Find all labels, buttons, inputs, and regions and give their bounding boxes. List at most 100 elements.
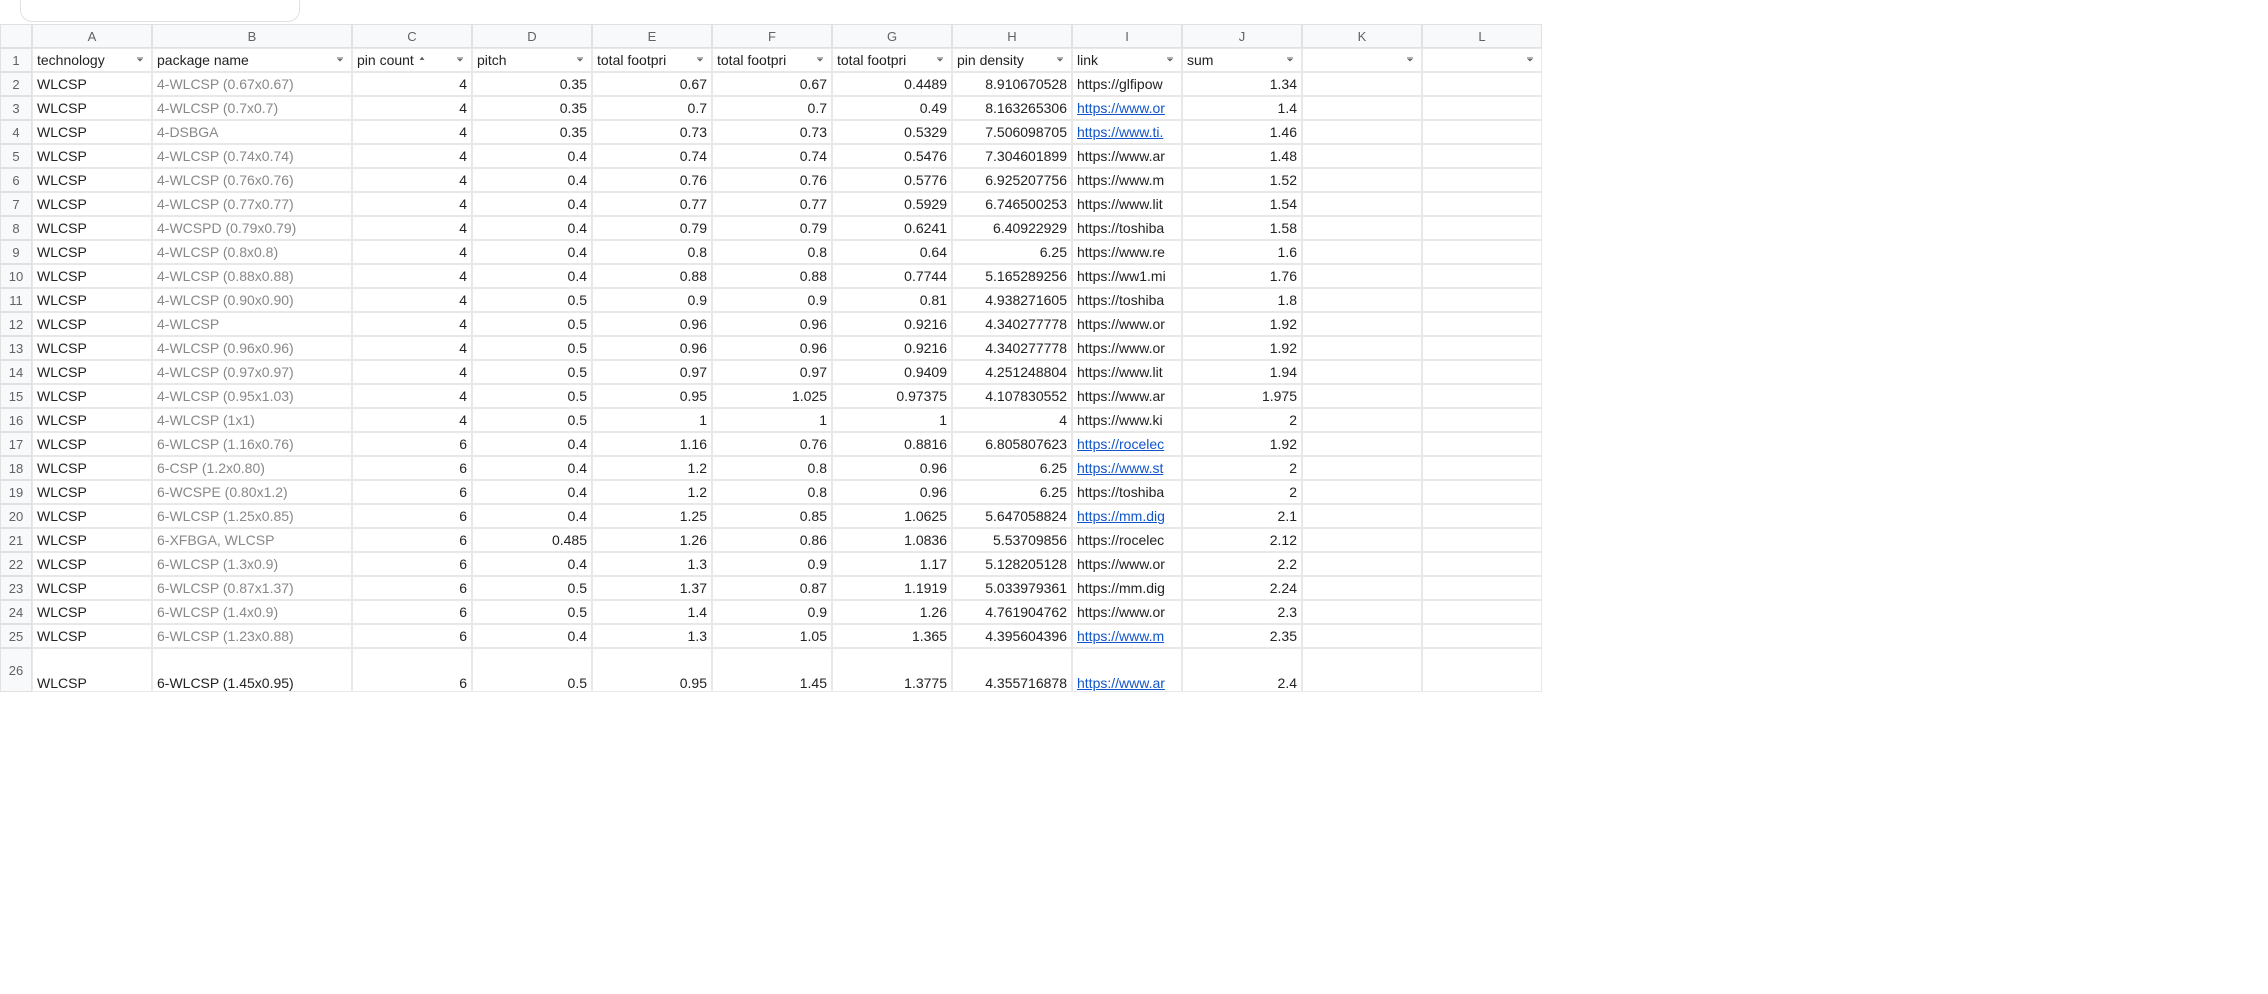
cell-F23[interactable]: 0.87 [712, 576, 832, 600]
cell-E4[interactable]: 0.73 [592, 120, 712, 144]
cell-J12[interactable]: 1.92 [1182, 312, 1302, 336]
cell-G7[interactable]: 0.5929 [832, 192, 952, 216]
cell-E18[interactable]: 1.2 [592, 456, 712, 480]
row-header-1[interactable]: 1 [0, 48, 32, 72]
cell-B2[interactable]: 4-WLCSP (0.67x0.67) [152, 72, 352, 96]
cell-L5[interactable] [1422, 144, 1542, 168]
cell-I13[interactable]: https://www.or [1072, 336, 1182, 360]
cell-A12[interactable]: WLCSP [32, 312, 152, 336]
cell-J20[interactable]: 2.1 [1182, 504, 1302, 528]
filter-icon[interactable] [813, 53, 827, 67]
cell-L24[interactable] [1422, 600, 1542, 624]
cell-K26[interactable] [1302, 648, 1422, 692]
cell-J10[interactable]: 1.76 [1182, 264, 1302, 288]
row-header-26[interactable]: 26 [0, 648, 32, 692]
cell-J19[interactable]: 2 [1182, 480, 1302, 504]
cell-L4[interactable] [1422, 120, 1542, 144]
cell-F12[interactable]: 0.96 [712, 312, 832, 336]
column-header-A[interactable]: A [32, 24, 152, 48]
cell-F2[interactable]: 0.67 [712, 72, 832, 96]
cell-B11[interactable]: 4-WLCSP (0.90x0.90) [152, 288, 352, 312]
cell-L6[interactable] [1422, 168, 1542, 192]
cell-C22[interactable]: 6 [352, 552, 472, 576]
cell-C16[interactable]: 4 [352, 408, 472, 432]
cell-C10[interactable]: 4 [352, 264, 472, 288]
cell-L26[interactable] [1422, 648, 1542, 692]
cell-A5[interactable]: WLCSP [32, 144, 152, 168]
cell-K6[interactable] [1302, 168, 1422, 192]
cell-F8[interactable]: 0.79 [712, 216, 832, 240]
cell-L13[interactable] [1422, 336, 1542, 360]
cell-G17[interactable]: 0.8816 [832, 432, 952, 456]
cell-D22[interactable]: 0.4 [472, 552, 592, 576]
cell-D13[interactable]: 0.5 [472, 336, 592, 360]
cell-K11[interactable] [1302, 288, 1422, 312]
cell-E23[interactable]: 1.37 [592, 576, 712, 600]
cell-H13[interactable]: 4.340277778 [952, 336, 1072, 360]
cell-L22[interactable] [1422, 552, 1542, 576]
cell-L23[interactable] [1422, 576, 1542, 600]
cell-L2[interactable] [1422, 72, 1542, 96]
cell-B5[interactable]: 4-WLCSP (0.74x0.74) [152, 144, 352, 168]
cell-C9[interactable]: 4 [352, 240, 472, 264]
cell-B13[interactable]: 4-WLCSP (0.96x0.96) [152, 336, 352, 360]
cell-L25[interactable] [1422, 624, 1542, 648]
cell-A25[interactable]: WLCSP [32, 624, 152, 648]
cell-F7[interactable]: 0.77 [712, 192, 832, 216]
cell-H11[interactable]: 4.938271605 [952, 288, 1072, 312]
header-cell-B[interactable]: package name [152, 48, 352, 72]
cell-A10[interactable]: WLCSP [32, 264, 152, 288]
cell-A17[interactable]: WLCSP [32, 432, 152, 456]
cell-A4[interactable]: WLCSP [32, 120, 152, 144]
cell-D9[interactable]: 0.4 [472, 240, 592, 264]
cell-I24[interactable]: https://www.or [1072, 600, 1182, 624]
cell-A14[interactable]: WLCSP [32, 360, 152, 384]
cell-J8[interactable]: 1.58 [1182, 216, 1302, 240]
cell-I18[interactable]: https://www.st [1072, 456, 1182, 480]
cell-J5[interactable]: 1.48 [1182, 144, 1302, 168]
row-header-22[interactable]: 22 [0, 552, 32, 576]
column-header-D[interactable]: D [472, 24, 592, 48]
cell-C14[interactable]: 4 [352, 360, 472, 384]
row-header-2[interactable]: 2 [0, 72, 32, 96]
cell-H20[interactable]: 5.647058824 [952, 504, 1072, 528]
cell-B8[interactable]: 4-WCSPD (0.79x0.79) [152, 216, 352, 240]
column-header-H[interactable]: H [952, 24, 1072, 48]
cell-G5[interactable]: 0.5476 [832, 144, 952, 168]
row-header-21[interactable]: 21 [0, 528, 32, 552]
row-header-5[interactable]: 5 [0, 144, 32, 168]
row-header-11[interactable]: 11 [0, 288, 32, 312]
cell-E8[interactable]: 0.79 [592, 216, 712, 240]
cell-D15[interactable]: 0.5 [472, 384, 592, 408]
cell-H12[interactable]: 4.340277778 [952, 312, 1072, 336]
cell-J2[interactable]: 1.34 [1182, 72, 1302, 96]
row-header-13[interactable]: 13 [0, 336, 32, 360]
cell-K18[interactable] [1302, 456, 1422, 480]
row-header-12[interactable]: 12 [0, 312, 32, 336]
cell-G4[interactable]: 0.5329 [832, 120, 952, 144]
cell-K10[interactable] [1302, 264, 1422, 288]
cell-K16[interactable] [1302, 408, 1422, 432]
cell-G6[interactable]: 0.5776 [832, 168, 952, 192]
cell-I16[interactable]: https://www.ki [1072, 408, 1182, 432]
cell-I15[interactable]: https://www.ar [1072, 384, 1182, 408]
cell-I11[interactable]: https://toshiba [1072, 288, 1182, 312]
cell-F4[interactable]: 0.73 [712, 120, 832, 144]
filter-icon[interactable] [453, 53, 467, 67]
cell-H16[interactable]: 4 [952, 408, 1072, 432]
cell-I3[interactable]: https://www.or [1072, 96, 1182, 120]
cell-C15[interactable]: 4 [352, 384, 472, 408]
cell-H17[interactable]: 6.805807623 [952, 432, 1072, 456]
cell-J14[interactable]: 1.94 [1182, 360, 1302, 384]
cell-F20[interactable]: 0.85 [712, 504, 832, 528]
cell-I14[interactable]: https://www.lit [1072, 360, 1182, 384]
cell-D10[interactable]: 0.4 [472, 264, 592, 288]
header-cell-L[interactable] [1422, 48, 1542, 72]
cell-E2[interactable]: 0.67 [592, 72, 712, 96]
row-header-4[interactable]: 4 [0, 120, 32, 144]
cell-L12[interactable] [1422, 312, 1542, 336]
cell-C18[interactable]: 6 [352, 456, 472, 480]
cell-L15[interactable] [1422, 384, 1542, 408]
cell-F19[interactable]: 0.8 [712, 480, 832, 504]
cell-A19[interactable]: WLCSP [32, 480, 152, 504]
